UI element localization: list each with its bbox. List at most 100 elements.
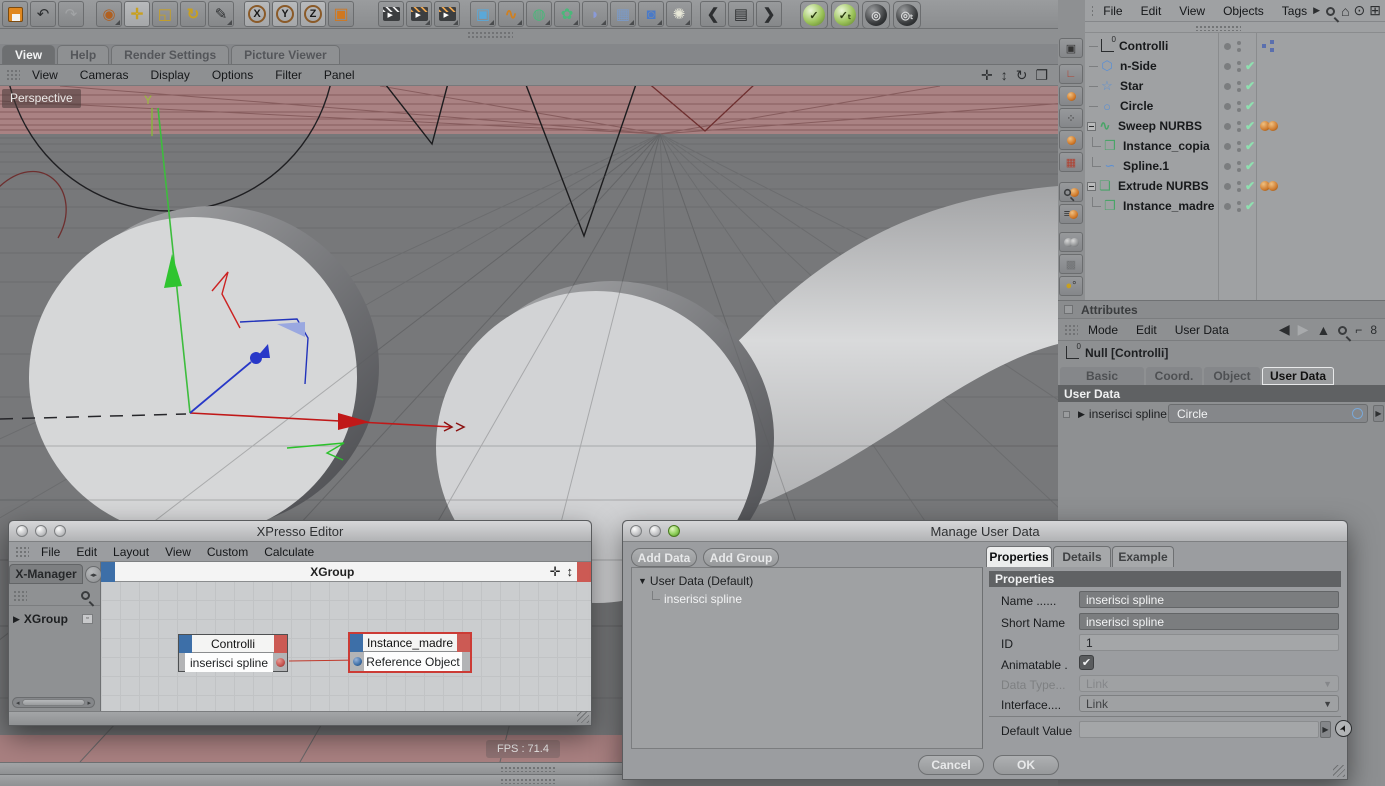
point-mode-icon[interactable]: ⁘ <box>1059 108 1083 128</box>
add-floor-button[interactable]: ▦ <box>610 1 636 27</box>
short-name-field[interactable]: inserisci spline <box>1079 613 1339 630</box>
attr-menu-mode[interactable]: Mode <box>1088 323 1118 337</box>
visibility-dots[interactable] <box>1237 40 1241 52</box>
dialog-titlebar[interactable]: Manage User Data <box>623 521 1347 542</box>
tag-icon[interactable] <box>1268 181 1278 191</box>
lock-z-button[interactable]: Z <box>300 1 326 27</box>
attr-search-icon[interactable] <box>1338 322 1348 338</box>
tab-help[interactable]: Help <box>57 45 110 64</box>
keyframe-tools-icon[interactable]: ● ° <box>1059 276 1083 296</box>
tab-render-settings[interactable]: Render Settings <box>111 45 230 64</box>
viewport-view-label[interactable]: Perspective <box>2 89 81 108</box>
enabled-check[interactable]: ✔ <box>1245 79 1255 93</box>
history-back-icon[interactable]: ◀ <box>1279 321 1290 338</box>
sidebar-scrollbar[interactable]: ◂ ▸ <box>12 697 95 708</box>
attr-drag-handle[interactable] <box>1064 323 1078 336</box>
om-more-icon[interactable]: ▶ <box>1313 5 1320 16</box>
om-addview-icon[interactable]: ⊞ <box>1369 2 1381 19</box>
output-port[interactable] <box>275 658 285 667</box>
object-row-circle[interactable]: ○ Circle ✔ <box>1085 96 1385 116</box>
enable-deformers-icon[interactable] <box>1059 232 1083 252</box>
rotate-button[interactable]: ↻ <box>180 1 206 27</box>
undo-button[interactable]: ↶ <box>30 1 56 27</box>
xgroup-header[interactable]: XGroup ✛ ↕ <box>101 561 591 582</box>
render-active-button[interactable] <box>406 1 432 27</box>
attr-menu-userdata[interactable]: User Data <box>1175 323 1229 337</box>
collapse-toggle[interactable] <box>1087 121 1096 131</box>
xgroup-note-icon[interactable]: ▫ <box>81 614 93 624</box>
object-mode-icon[interactable] <box>1059 86 1083 106</box>
tag-icon[interactable] <box>1268 121 1278 131</box>
tab-picture-viewer[interactable]: Picture Viewer <box>231 45 340 64</box>
node-controlli[interactable]: Controlli inserisci spline <box>178 634 288 672</box>
xp-menu-view[interactable]: View <box>165 545 191 559</box>
layer-icon[interactable]: ≡ <box>1059 204 1083 224</box>
add-cube-button[interactable]: ▣ <box>470 1 496 27</box>
attr-lock-icon[interactable]: ⌐ <box>1355 323 1362 337</box>
tab-basic[interactable]: Basic <box>1060 367 1144 385</box>
name-field[interactable]: inserisci spline <box>1079 591 1339 608</box>
add-array-button[interactable]: ✿ <box>554 1 580 27</box>
default-value-menu-button[interactable]: ▶ <box>1320 721 1331 738</box>
object-row-star[interactable]: ☆ Star ✔ <box>1085 76 1385 96</box>
object-row-instance-madre[interactable]: ❒ Instance_madre ✔ <box>1085 196 1385 216</box>
om-search-icon[interactable] <box>1326 3 1336 19</box>
live-selection-button[interactable]: ◉ <box>96 1 122 27</box>
menu-panel[interactable]: Panel <box>324 68 355 82</box>
attributes-lock-checkbox[interactable] <box>1064 305 1073 314</box>
om-home-icon[interactable]: ⌂ <box>1341 3 1349 19</box>
tab-coord[interactable]: Coord. <box>1146 367 1202 385</box>
add-spline-button[interactable]: ∿ <box>498 1 524 27</box>
data-type-dropdown[interactable]: Link ▼ <box>1079 675 1339 692</box>
xp-menu-layout[interactable]: Layout <box>113 545 149 559</box>
om-drag-handle[interactable] <box>1091 4 1094 17</box>
node-input-zone[interactable] <box>350 634 363 652</box>
om-menu-objects[interactable]: Objects <box>1223 4 1264 18</box>
add-light-button[interactable]: ✺ <box>666 1 692 27</box>
coordinate-system-button[interactable]: ▣ <box>328 1 354 27</box>
enabled-check[interactable]: ✔ <box>1245 99 1255 113</box>
add-camera-button[interactable]: ◙ <box>638 1 664 27</box>
om-menu-edit[interactable]: Edit <box>1141 4 1162 18</box>
param-keyframe-box[interactable] <box>1063 410 1070 418</box>
next-frame-button[interactable]: ❯ <box>756 1 782 27</box>
xpresso-canvas[interactable]: XGroup ✛ ↕ Controlli inserisci spline In… <box>101 561 591 711</box>
collapse-toggle[interactable] <box>1087 181 1096 191</box>
tab-view[interactable]: View <box>2 45 56 64</box>
attr-menu-edit[interactable]: Edit <box>1136 323 1157 337</box>
green-check-button[interactable]: ✓ <box>800 1 828 29</box>
viewport-solo-icon[interactable] <box>1059 182 1083 202</box>
enable-generators-icon[interactable]: ▩ <box>1059 254 1083 274</box>
toolbar-drag-handle[interactable] <box>467 31 513 38</box>
xpresso-tag[interactable] <box>1262 40 1275 52</box>
tab-object[interactable]: Object <box>1204 367 1260 385</box>
menu-cameras[interactable]: Cameras <box>80 68 129 82</box>
camera-rotate-icon[interactable]: ↻ <box>1016 67 1028 84</box>
render-settings-button[interactable] <box>434 1 460 27</box>
tree-root-row[interactable]: ▼ User Data (Default) <box>638 574 982 588</box>
sidebar-toggle-button[interactable]: ◂▸ <box>85 566 102 583</box>
tree-child-row[interactable]: inserisci spline <box>652 591 982 606</box>
enabled-check[interactable]: ✔ <box>1245 159 1255 173</box>
enabled-check[interactable]: ✔ <box>1245 59 1255 73</box>
layer-dot[interactable] <box>1224 42 1231 50</box>
add-nurbs-button[interactable]: ◍ <box>526 1 552 27</box>
tab-details[interactable]: Details <box>1053 546 1111 567</box>
tab-properties[interactable]: Properties <box>986 546 1052 567</box>
scale-button[interactable]: ◱ <box>152 1 178 27</box>
user-data-section-header[interactable]: User Data <box>1058 385 1385 402</box>
xgroup-move-icon[interactable]: ✛ <box>550 564 561 580</box>
parent-object-icon[interactable]: ▲ <box>1316 322 1330 338</box>
enabled-check[interactable]: ✔ <box>1245 119 1255 133</box>
last-tool-button[interactable]: ✎ <box>208 1 234 27</box>
cancel-button[interactable]: Cancel <box>918 755 984 775</box>
menu-options[interactable]: Options <box>212 68 253 82</box>
enabled-check[interactable]: ✔ <box>1245 199 1255 213</box>
object-row-controlli[interactable]: Controlli <box>1085 35 1385 56</box>
xp-menu-edit[interactable]: Edit <box>76 545 97 559</box>
om-eye-icon[interactable]: ⊙ <box>1354 2 1366 19</box>
xmanager-search-icon[interactable] <box>81 589 90 603</box>
toggle-view-icon[interactable]: ❐ <box>1035 67 1048 84</box>
xgroup-input-port-area[interactable] <box>101 561 115 582</box>
menu-display[interactable]: Display <box>150 68 189 82</box>
